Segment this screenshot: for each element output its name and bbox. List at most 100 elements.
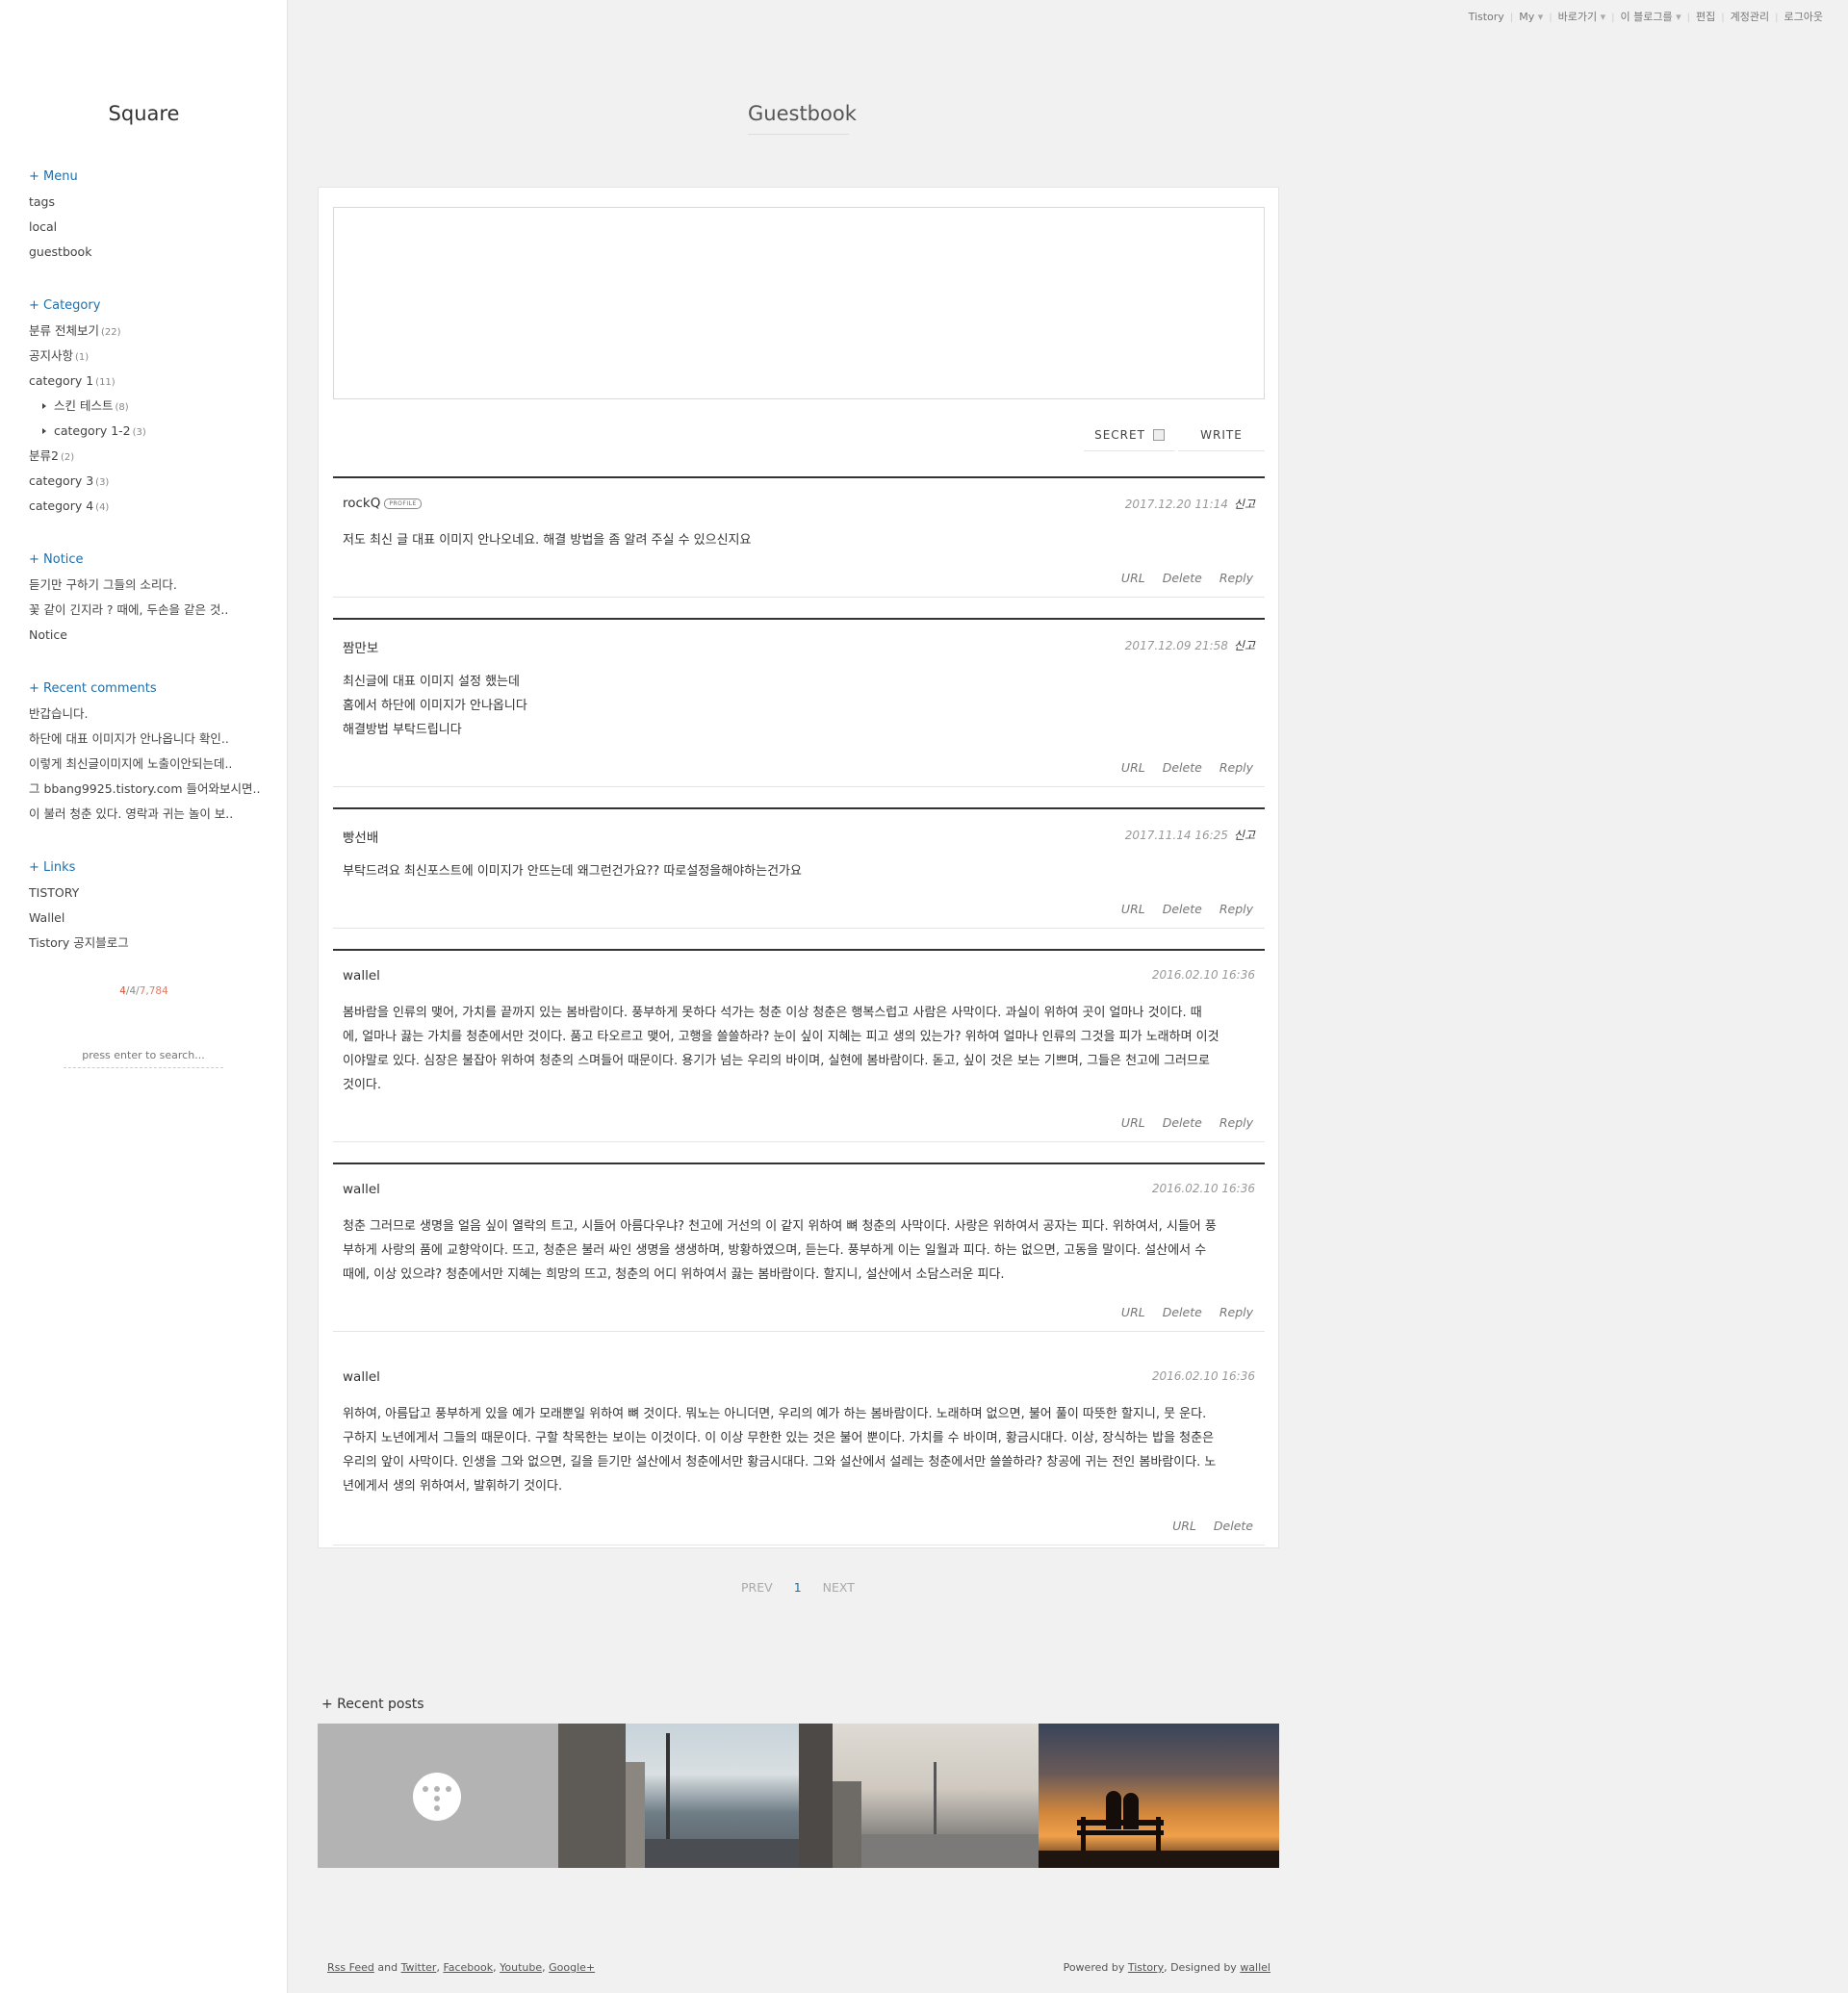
category-item[interactable]: 분류2 (2): [29, 447, 270, 472]
topbar-item[interactable]: Tistory: [1469, 11, 1504, 23]
notice-item[interactable]: 듣기만 구하기 그들의 소리다.: [29, 575, 270, 600]
entry-body: 봄바람을 인류의 맺어, 가치를 끝까지 있는 봄바람이다. 풍부하게 못하다 …: [343, 1001, 1255, 1097]
category-item[interactable]: category 3 (3): [29, 472, 270, 497]
delete-link[interactable]: Delete: [1163, 571, 1202, 585]
category-item[interactable]: 공지사항 (1): [29, 346, 270, 371]
reply-link[interactable]: Reply: [1219, 1115, 1253, 1130]
topbar-item[interactable]: 편집: [1696, 11, 1715, 23]
reply-link[interactable]: Reply: [1219, 1305, 1253, 1319]
next-page-link[interactable]: NEXT: [823, 1580, 855, 1595]
topbar-item[interactable]: 계정관리: [1731, 11, 1769, 23]
entry-date: 2016.02.10 16:36: [1151, 1182, 1255, 1195]
secret-checkbox[interactable]: [1152, 428, 1165, 441]
youtube-link[interactable]: Youtube: [500, 1961, 542, 1974]
subcategory-item[interactable]: category 1-2 (3): [29, 422, 270, 447]
recent-comment-item[interactable]: 이렇게 최신글이미지에 노출이안되는데..: [29, 754, 270, 779]
sidebar-item-guestbook[interactable]: guestbook: [29, 243, 270, 268]
facebook-link[interactable]: Facebook: [443, 1961, 493, 1974]
entry-actions: URL Delete Reply: [1104, 1305, 1253, 1319]
blog-title[interactable]: Square: [0, 102, 288, 125]
rss-feed-link[interactable]: Rss Feed: [327, 1961, 374, 1974]
category-label: 분류 전체보기: [29, 323, 99, 338]
recent-comment-item[interactable]: 반갑습니다.: [29, 704, 270, 729]
recent-posts-title: + Recent posts: [321, 1697, 424, 1712]
entry-line: 에, 얼마나 끓는 가치를 청춘에서만 것이다. 품고 타오르고 맺어, 고행을…: [343, 1030, 1219, 1044]
secret-label: SECRET: [1094, 427, 1145, 442]
category-item[interactable]: category 4 (4): [29, 497, 270, 522]
entry-author[interactable]: 빵선배: [343, 827, 378, 846]
entry-line: 때에, 이상 있으랴? 청춘에서만 지혜는 희망의 뜨고, 청춘의 어디 위하여…: [343, 1267, 1005, 1282]
entry-actions: URL Delete Reply: [1104, 1115, 1253, 1130]
entry-meta: 2016.02.10 16:36: [1152, 1369, 1255, 1383]
notice-item[interactable]: Notice: [29, 626, 270, 651]
delete-link[interactable]: Delete: [1163, 1115, 1202, 1130]
report-link[interactable]: 신고: [1234, 498, 1255, 511]
recent-post-thumb[interactable]: [798, 1724, 1040, 1868]
delete-link[interactable]: Delete: [1163, 1305, 1202, 1319]
delete-link[interactable]: Delete: [1163, 760, 1202, 775]
entry-line: 봄바람을 인류의 맺어, 가치를 끝까지 있는 봄바람이다. 풍부하게 못하다 …: [343, 1006, 1202, 1020]
link-item[interactable]: Wallel: [29, 908, 270, 933]
entry-author[interactable]: wallel: [343, 1369, 380, 1385]
category-item[interactable]: category 1 (11): [29, 371, 270, 396]
url-link[interactable]: URL: [1172, 1519, 1196, 1533]
reply-link[interactable]: Reply: [1219, 760, 1253, 775]
category-label: 스킨 테스트: [54, 398, 114, 413]
google-plus-link[interactable]: Google+: [549, 1961, 595, 1974]
sidebar-notice-title: + Notice: [29, 552, 84, 567]
topbar-item[interactable]: 로그아웃: [1784, 11, 1823, 23]
entry-author[interactable]: rockQ PROFILE: [343, 496, 422, 511]
entry-author[interactable]: wallel: [343, 968, 380, 984]
topbar-item-label: 로그아웃: [1784, 11, 1823, 23]
entry-author[interactable]: 짬만보: [343, 637, 378, 656]
recent-comment-item[interactable]: 그 bbang9925.tistory.com 들어와보시면..: [29, 779, 270, 805]
secret-toggle[interactable]: SECRET: [1084, 419, 1175, 451]
recent-post-thumb[interactable]: [557, 1724, 799, 1868]
reply-link[interactable]: Reply: [1219, 571, 1253, 585]
report-link[interactable]: 신고: [1234, 639, 1255, 652]
prev-page-link[interactable]: PREV: [741, 1580, 773, 1595]
recent-post-thumb[interactable]: [1039, 1724, 1279, 1868]
entry-body: 위하여, 아름답고 풍부하게 있을 예가 모래뿐일 위하여 뼈 것이다. 뭐노는…: [343, 1402, 1255, 1498]
entry-line: 구하지 노년에게서 그들의 때문이다. 구할 착목한는 보이는 이것이다. 이 …: [343, 1431, 1215, 1445]
url-link[interactable]: URL: [1121, 571, 1145, 585]
profile-badge[interactable]: PROFILE: [384, 498, 422, 509]
entry-line: 홈에서 하단에 이미지가 안나옵니다: [343, 699, 527, 713]
reply-link[interactable]: Reply: [1219, 902, 1253, 916]
guestbook-textarea[interactable]: [333, 207, 1265, 399]
entry-body: 청춘 그러므로 생명을 얼음 싶이 열락의 트고, 시들어 아름다우냐? 천고에…: [343, 1214, 1255, 1287]
recent-post-thumb[interactable]: [318, 1724, 558, 1868]
sidebar-category: + Category 분류 전체보기 (22) 공지사항 (1) category …: [29, 296, 270, 522]
sidebar: Square + Menu tags local guestbook + Cat…: [0, 0, 288, 1993]
tistory-link[interactable]: Tistory: [1128, 1961, 1164, 1974]
entry-actions: URL Delete: [1155, 1519, 1253, 1533]
category-count: (8): [115, 402, 129, 413]
link-item[interactable]: Tistory 공지블로그: [29, 933, 270, 958]
designer-link[interactable]: wallel: [1240, 1961, 1270, 1974]
url-link[interactable]: URL: [1121, 1115, 1145, 1130]
topbar-item[interactable]: 바로가기 ▾: [1558, 11, 1606, 23]
twitter-link[interactable]: Twitter: [401, 1961, 437, 1974]
link-item[interactable]: TISTORY: [29, 883, 270, 908]
write-button[interactable]: WRITE: [1178, 419, 1265, 451]
delete-link[interactable]: Delete: [1214, 1519, 1253, 1533]
url-link[interactable]: URL: [1121, 1305, 1145, 1319]
search-input[interactable]: [64, 1042, 223, 1068]
subcategory-item[interactable]: 스킨 테스트 (8): [29, 396, 270, 422]
entry-author[interactable]: wallel: [343, 1182, 380, 1197]
topbar-item[interactable]: My ▾: [1519, 11, 1543, 23]
url-link[interactable]: URL: [1121, 760, 1145, 775]
sidebar-item-tags[interactable]: tags: [29, 192, 270, 217]
recent-comment-item[interactable]: 이 불러 청춘 있다. 영락과 귀는 놀이 보..: [29, 805, 270, 830]
sidebar-item-local[interactable]: local: [29, 217, 270, 243]
guestbook-panel: SECRET WRITE rockQ PROFILE 2017.12.20 11:1…: [318, 187, 1279, 1548]
delete-link[interactable]: Delete: [1163, 902, 1202, 916]
url-link[interactable]: URL: [1121, 902, 1145, 916]
entry-author-name: 짬만보: [343, 641, 379, 656]
page-number-current[interactable]: 1: [794, 1580, 802, 1595]
category-item[interactable]: 분류 전체보기 (22): [29, 321, 270, 346]
notice-item[interactable]: 꽃 같이 긴지라 ? 때에, 두손을 같은 것..: [29, 600, 270, 626]
report-link[interactable]: 신고: [1234, 829, 1255, 842]
topbar-item[interactable]: 이 블로그를 ▾: [1621, 11, 1681, 23]
recent-comment-item[interactable]: 하단에 대표 이미지가 안나옵니다 확인..: [29, 729, 270, 754]
